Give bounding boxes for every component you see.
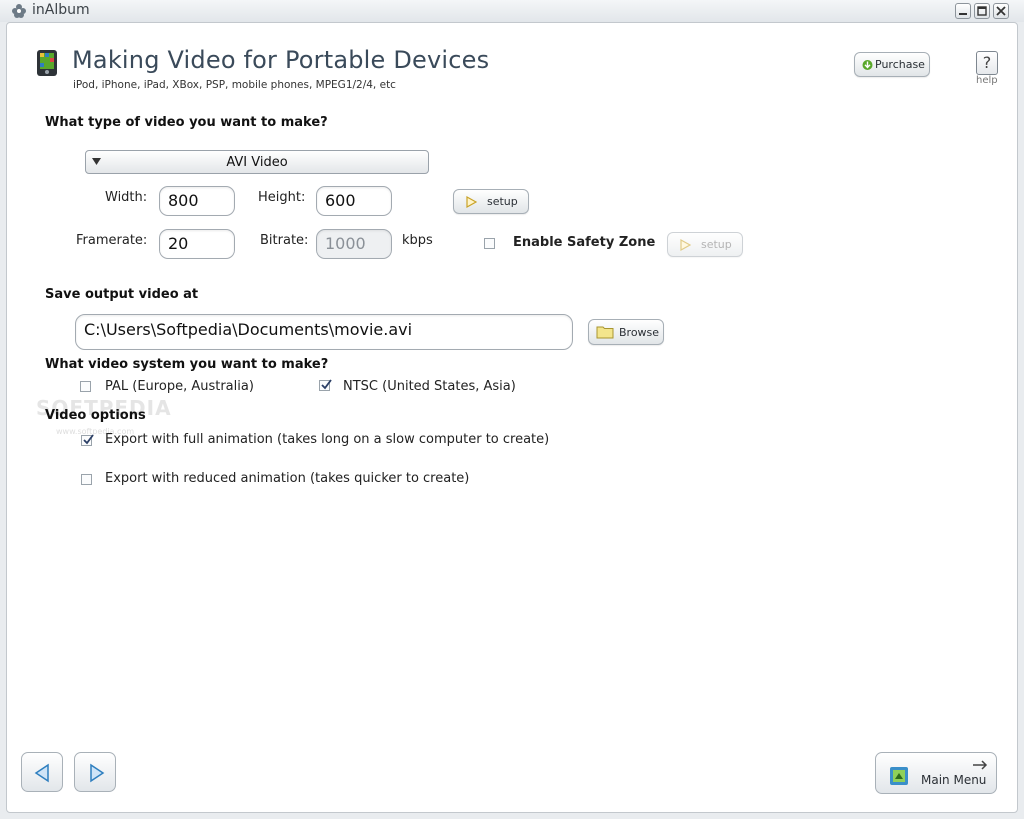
play-icon	[680, 239, 691, 251]
bitrate-label: Bitrate:	[260, 233, 309, 248]
minimize-button[interactable]	[955, 3, 971, 19]
width-label: Width:	[105, 190, 148, 205]
device-icon	[37, 50, 57, 76]
framerate-label: Framerate:	[76, 233, 148, 248]
video-type-select[interactable]: AVI Video	[85, 150, 429, 174]
main-menu-label: Main Menu	[921, 773, 987, 787]
browse-button[interactable]: Browse	[588, 319, 664, 345]
ntsc-checkbox[interactable]	[319, 379, 332, 391]
purchase-button[interactable]: Purchase	[854, 52, 930, 77]
setup-label: setup	[487, 195, 518, 208]
pal-label: PAL (Europe, Australia)	[105, 379, 254, 394]
page-subtitle: iPod, iPhone, iPad, XBox, PSP, mobile ph…	[73, 79, 396, 91]
forward-arrow-icon	[90, 763, 105, 783]
ntsc-label: NTSC (United States, Asia)	[343, 379, 516, 394]
height-label: Height:	[258, 190, 306, 205]
flower-logo-icon	[12, 4, 26, 18]
bitrate-unit: kbps	[402, 233, 433, 248]
download-arrow-icon	[862, 60, 873, 70]
maximize-button[interactable]	[974, 3, 990, 19]
safety-setup-label: setup	[701, 238, 732, 251]
page-title: Making Video for Portable Devices	[72, 46, 490, 74]
check-icon	[83, 434, 94, 445]
help-icon: ?	[982, 53, 992, 72]
close-button[interactable]	[993, 3, 1009, 19]
folder-icon	[596, 326, 614, 339]
framerate-input[interactable]: 20	[159, 229, 235, 259]
height-input[interactable]: 600	[316, 186, 392, 216]
width-input[interactable]: 800	[159, 186, 235, 216]
purchase-label: Purchase	[875, 58, 925, 71]
output-path-input[interactable]: C:\Users\Softpedia\Documents\movie.avi	[75, 314, 573, 350]
main-menu-icon	[890, 767, 908, 785]
setup-button[interactable]: setup	[453, 189, 529, 214]
video-options-heading: Video options	[45, 408, 146, 423]
check-icon	[321, 379, 332, 390]
play-icon	[466, 196, 477, 208]
video-type-value: AVI Video	[226, 155, 288, 170]
window-title: inAlbum	[32, 2, 90, 18]
title-bar: inAlbum	[0, 0, 1024, 22]
forward-button[interactable]	[74, 752, 116, 792]
pal-checkbox[interactable]	[80, 381, 91, 392]
safety-setup-button[interactable]: setup	[667, 232, 743, 257]
help-button[interactable]: ?	[976, 51, 998, 75]
browse-label: Browse	[619, 326, 660, 339]
minimize-icon	[959, 13, 967, 15]
full-animation-label: Export with full animation (takes long o…	[105, 432, 550, 447]
bitrate-input[interactable]: 1000	[316, 229, 392, 259]
back-button[interactable]	[21, 752, 63, 792]
main-menu-button[interactable]: Main Menu	[875, 752, 997, 794]
output-heading: Save output video at	[45, 287, 199, 302]
video-system-heading: What video system you want to make?	[45, 357, 329, 372]
back-arrow-icon	[34, 763, 49, 783]
maximize-icon	[977, 6, 987, 16]
video-type-heading: What type of video you want to make?	[45, 115, 328, 130]
safety-zone-checkbox[interactable]	[484, 238, 495, 249]
help-label: help	[976, 75, 998, 86]
full-animation-checkbox[interactable]	[81, 434, 94, 446]
reduced-animation-label: Export with reduced animation (takes qui…	[105, 471, 470, 486]
safety-zone-label: Enable Safety Zone	[513, 235, 656, 250]
arrow-right-icon	[973, 760, 988, 770]
reduced-animation-checkbox[interactable]	[81, 474, 92, 485]
close-icon	[996, 6, 1006, 16]
